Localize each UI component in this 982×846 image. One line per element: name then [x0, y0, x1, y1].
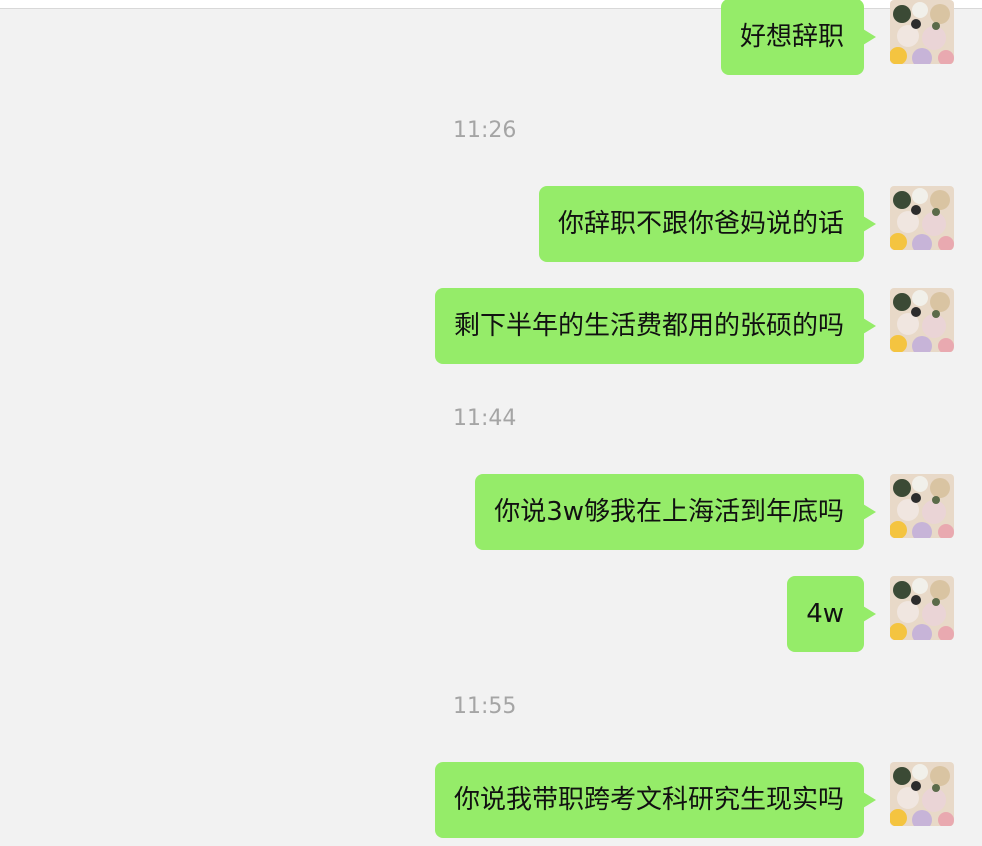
- message-bubble[interactable]: 好想辞职: [720, 0, 877, 75]
- user-avatar-icon[interactable]: [890, 0, 954, 64]
- message-bubble[interactable]: 4w: [787, 576, 876, 652]
- message-bubble[interactable]: 你说我带职跨考文科研究生现实吗: [434, 762, 877, 838]
- user-avatar-icon[interactable]: [890, 186, 954, 250]
- message-row: 你辞职不跟你爸妈说的话: [538, 186, 877, 262]
- message-row: 你说3w够我在上海活到年底吗: [475, 474, 876, 550]
- timestamp: 11:44: [453, 406, 517, 431]
- user-avatar-icon[interactable]: [890, 474, 954, 538]
- message-bubble[interactable]: 剩下半年的生活费都用的张硕的吗: [434, 288, 877, 364]
- message-bubble[interactable]: 你辞职不跟你爸妈说的话: [538, 186, 877, 262]
- message-row: 好想辞职: [720, 0, 877, 75]
- chat-window: 好想辞职 11:26 你辞职不跟你爸妈说的话 剩下半年的生活费都用的张硕的吗 1…: [0, 0, 982, 846]
- message-bubble[interactable]: 你说3w够我在上海活到年底吗: [475, 474, 876, 550]
- user-avatar-icon[interactable]: [890, 762, 954, 826]
- message-row: 4w: [787, 576, 876, 652]
- message-row: 你说我带职跨考文科研究生现实吗: [434, 762, 877, 838]
- timestamp: 11:55: [453, 694, 517, 719]
- message-row: 剩下半年的生活费都用的张硕的吗: [434, 288, 877, 364]
- user-avatar-icon[interactable]: [890, 576, 954, 640]
- timestamp: 11:26: [453, 118, 517, 143]
- user-avatar-icon[interactable]: [890, 288, 954, 352]
